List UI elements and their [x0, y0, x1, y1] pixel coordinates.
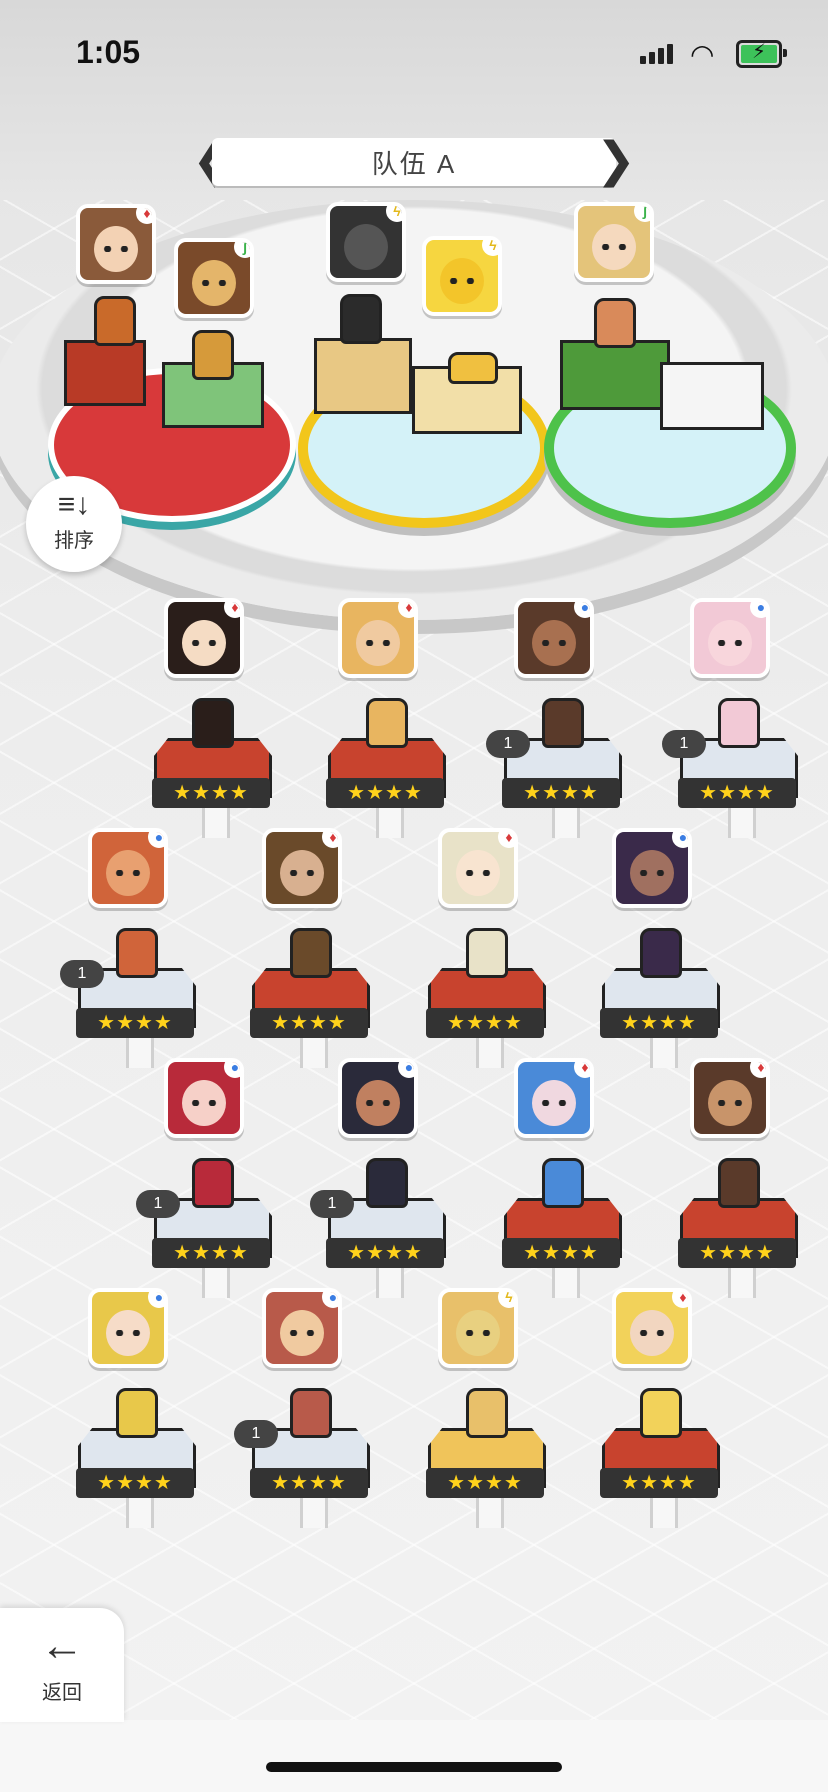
hero-portrait[interactable]: ♦: [262, 828, 342, 908]
hero-sprite[interactable]: [290, 1388, 332, 1438]
sort-button-label: 排序: [54, 530, 94, 552]
hero-rarity-stars: ★★★★: [502, 778, 620, 808]
hero-rarity-stars: ★★★★: [426, 1468, 544, 1498]
arrow-left-icon: ←: [40, 1621, 84, 1670]
hero-rarity-stars: ★★★★: [326, 1238, 444, 1268]
battery-icon: ⚡: [736, 40, 787, 68]
team-slot-2-hero-portrait[interactable]: ϟ: [326, 202, 406, 282]
team-slot-1-pet-sprite[interactable]: [192, 330, 234, 380]
hero-rarity-stars: ★★★★: [502, 1238, 620, 1268]
team-slot-3-hero-sprite[interactable]: [594, 298, 636, 348]
wifi-icon: ◠: [690, 39, 715, 70]
hero-rarity-stars: ★★★★: [152, 1238, 270, 1268]
hero-portrait[interactable]: ●: [164, 1058, 244, 1138]
back-button-label: 返回: [42, 1682, 82, 1704]
hero-sprite[interactable]: [640, 928, 682, 978]
hero-sprite[interactable]: [466, 928, 508, 978]
hero-portrait[interactable]: ●: [690, 598, 770, 678]
team-slot-3-hero-block: [560, 340, 670, 410]
cellular-signal-icon: [640, 44, 673, 64]
hero-portrait[interactable]: ●: [88, 828, 168, 908]
hero-sprite[interactable]: [192, 698, 234, 748]
hero-sprite[interactable]: [366, 1158, 408, 1208]
hero-rarity-stars: ★★★★: [678, 778, 796, 808]
team-slot-2-hero-block: [314, 338, 412, 414]
hero-sprite[interactable]: [290, 928, 332, 978]
chevron-right-icon[interactable]: ❯: [596, 136, 636, 186]
hero-level-badge: 1: [234, 1420, 278, 1448]
hero-portrait[interactable]: ●: [514, 598, 594, 678]
bottom-bar: [0, 1720, 828, 1792]
hero-rarity-stars: ★★★★: [326, 778, 444, 808]
team-slot-3-hero-portrait[interactable]: ʃ: [574, 202, 654, 282]
hero-portrait[interactable]: ♦: [690, 1058, 770, 1138]
hero-portrait[interactable]: ●: [612, 828, 692, 908]
hero-rarity-stars: ★★★★: [426, 1008, 544, 1038]
back-button[interactable]: ← 返回: [0, 1608, 124, 1722]
team-slot-2-hero-sprite[interactable]: [340, 294, 382, 344]
hero-sprite[interactable]: [192, 1158, 234, 1208]
team-selector: ❮ 队伍 A ❯: [192, 136, 636, 186]
hero-rarity-stars: ★★★★: [250, 1008, 368, 1038]
hero-sprite[interactable]: [116, 1388, 158, 1438]
hero-level-badge: 1: [136, 1190, 180, 1218]
hero-portrait[interactable]: ♦: [612, 1288, 692, 1368]
hero-level-badge: 1: [60, 960, 104, 988]
hero-sprite[interactable]: [366, 698, 408, 748]
hero-portrait[interactable]: ♦: [338, 598, 418, 678]
team-name[interactable]: 队伍 A: [212, 138, 616, 186]
hero-sprite[interactable]: [718, 1158, 760, 1208]
team-slot-1-hero-portrait[interactable]: ♦: [76, 204, 156, 284]
hero-portrait[interactable]: ♦: [514, 1058, 594, 1138]
hero-sprite[interactable]: [466, 1388, 508, 1438]
team-slot-1-hero-sprite[interactable]: [94, 296, 136, 346]
team-slot-1-pet-portrait[interactable]: ʃ: [174, 238, 254, 318]
hero-rarity-stars: ★★★★: [76, 1468, 194, 1498]
hero-sprite[interactable]: [116, 928, 158, 978]
hero-rarity-stars: ★★★★: [76, 1008, 194, 1038]
team-slot-3-empty-block: [660, 362, 764, 430]
hero-sprite[interactable]: [542, 698, 584, 748]
hero-rarity-stars: ★★★★: [152, 778, 270, 808]
team-slot-2-pet-sprite[interactable]: [448, 352, 498, 384]
hero-level-badge: 1: [486, 730, 530, 758]
hero-rarity-stars: ★★★★: [600, 1008, 718, 1038]
hero-sprite[interactable]: [640, 1388, 682, 1438]
hero-rarity-stars: ★★★★: [250, 1468, 368, 1498]
sort-icon: ≡↓: [57, 488, 91, 521]
hero-portrait[interactable]: ϟ: [438, 1288, 518, 1368]
hero-sprite[interactable]: [718, 698, 760, 748]
hero-level-badge: 1: [310, 1190, 354, 1218]
hero-portrait[interactable]: ●: [338, 1058, 418, 1138]
hero-rarity-stars: ★★★★: [678, 1238, 796, 1268]
hero-portrait[interactable]: ♦: [438, 828, 518, 908]
hero-level-badge: 1: [662, 730, 706, 758]
status-time: 1:05: [76, 34, 141, 70]
hero-rarity-stars: ★★★★: [600, 1468, 718, 1498]
team-slot-2-pet-portrait[interactable]: ϟ: [422, 236, 502, 316]
hero-portrait[interactable]: ●: [88, 1288, 168, 1368]
hero-portrait[interactable]: ♦: [164, 598, 244, 678]
hero-portrait[interactable]: ●: [262, 1288, 342, 1368]
status-bar: 1:05 ◠ ⚡: [0, 0, 828, 100]
sort-button[interactable]: ≡↓ 排序: [26, 476, 122, 572]
team-slot-1-hero-block: [64, 340, 146, 406]
home-indicator: [266, 1762, 562, 1772]
hero-sprite[interactable]: [542, 1158, 584, 1208]
